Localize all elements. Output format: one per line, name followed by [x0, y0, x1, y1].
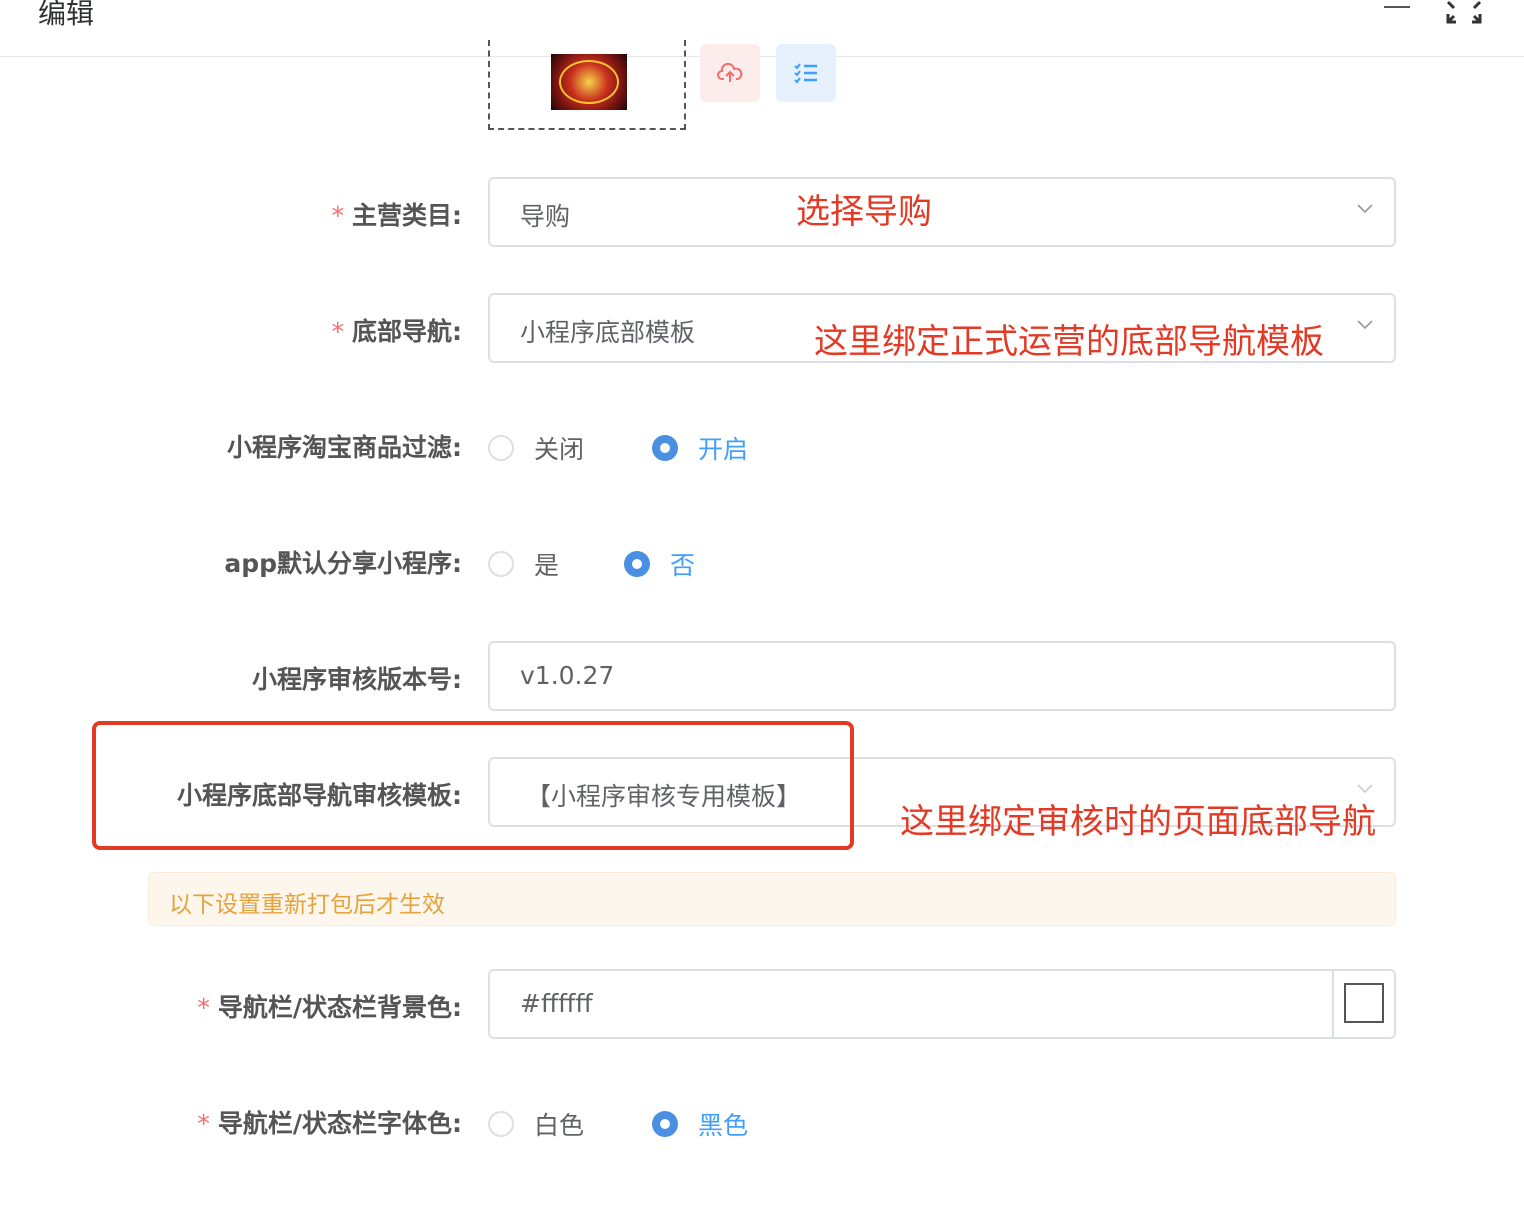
color-picker-trigger[interactable]	[1332, 971, 1394, 1037]
app-share-label: app默认分享小程序:	[224, 549, 462, 578]
review-version-label: 小程序审核版本号:	[252, 665, 462, 694]
chevron-down-icon	[1357, 204, 1373, 214]
radio-taobao-filter-on[interactable]: 开启	[652, 430, 748, 466]
radio-font-color-black[interactable]: 黑色	[652, 1106, 748, 1142]
annotation-bind-nav: 这里绑定正式运营的底部导航模板	[814, 322, 1324, 362]
bottom-nav-value: 小程序底部模板	[520, 318, 696, 347]
radio-app-share-yes[interactable]: 是	[488, 546, 559, 582]
cloud-upload-icon	[717, 62, 743, 82]
radio-circle	[488, 435, 514, 461]
chevron-down-icon	[1357, 320, 1373, 330]
notice-text: 以下设置重新打包后才生效	[169, 892, 445, 918]
upload-button[interactable]	[700, 44, 760, 102]
radio-circle-checked	[624, 551, 650, 577]
radio-label: 开启	[698, 435, 749, 464]
review-version-input[interactable]: v1.0.27	[488, 641, 1396, 711]
required-asterisk: *	[331, 201, 345, 230]
taobao-filter-label: 小程序淘宝商品过滤:	[227, 433, 462, 462]
radio-circle-checked	[652, 1111, 678, 1137]
checklist-icon	[794, 63, 817, 84]
required-asterisk: *	[331, 317, 345, 346]
main-category-select[interactable]: 导购	[488, 177, 1396, 247]
logo-upload-area[interactable]	[488, 40, 686, 130]
logo-image	[551, 54, 627, 110]
bottom-nav-label: * 底部导航:	[331, 317, 463, 346]
required-asterisk: *	[197, 993, 210, 1022]
minimize-icon[interactable]	[1384, 6, 1410, 8]
radio-font-color-white[interactable]: 白色	[488, 1106, 584, 1142]
navbar-font-color-label: * 导航栏/状态栏字体色:	[197, 1109, 462, 1138]
fullscreen-icon[interactable]	[1446, 0, 1482, 24]
annotation-bind-review: 这里绑定审核时的页面底部导航	[900, 802, 1376, 842]
review-version-value: v1.0.27	[520, 661, 615, 690]
radio-app-share-no[interactable]: 否	[624, 546, 695, 582]
navbar-bg-color-input[interactable]: #ffffff	[488, 969, 1396, 1039]
navbar-bg-color-value: #ffffff	[520, 989, 593, 1018]
radio-label: 黑色	[698, 1111, 749, 1140]
dialog-title: 编辑	[38, 0, 95, 30]
radio-label: 白色	[534, 1111, 585, 1140]
radio-circle	[488, 551, 514, 577]
required-asterisk: *	[197, 1109, 210, 1138]
annotation-select-guide: 选择导购	[796, 192, 932, 232]
navbar-bg-color-label: * 导航栏/状态栏背景色:	[197, 993, 462, 1022]
radio-label: 是	[534, 551, 560, 580]
radio-label: 否	[670, 551, 696, 580]
radio-taobao-filter-off[interactable]: 关闭	[488, 430, 584, 466]
main-category-value: 导购	[520, 202, 571, 231]
radio-circle	[488, 1111, 514, 1137]
notice-alert: 以下设置重新打包后才生效	[148, 872, 1396, 926]
highlight-box	[92, 721, 854, 850]
main-category-label: * 主营类目:	[331, 201, 463, 230]
radio-circle-checked	[652, 435, 678, 461]
dialog-header: 编辑	[0, 0, 1524, 57]
color-swatch	[1344, 983, 1384, 1023]
radio-label: 关闭	[534, 435, 585, 464]
select-from-library-button[interactable]	[776, 44, 836, 102]
